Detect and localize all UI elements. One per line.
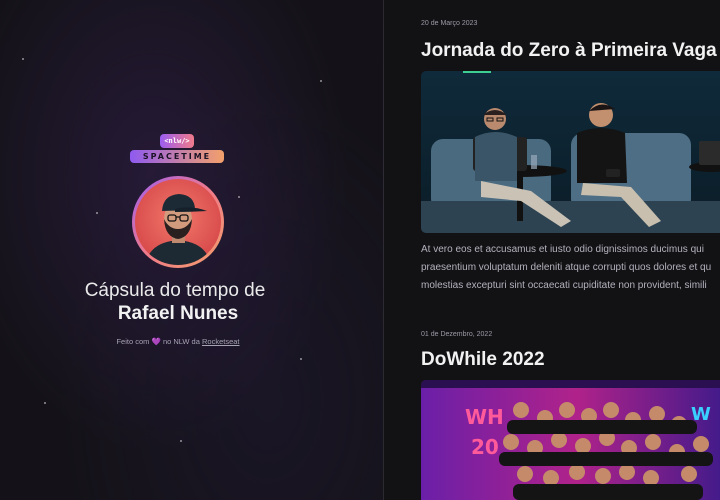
heart-icon: 💜 xyxy=(151,337,161,346)
footer-credit: Feito com 💜 no NLW da Rocketseat xyxy=(0,337,356,346)
avatar xyxy=(132,176,224,268)
memory-excerpt: At vero eos et accusamus et iusto odio d… xyxy=(421,241,720,295)
memory-title: DoWhile 2022 xyxy=(421,349,545,370)
footer-made-with: Feito com xyxy=(116,337,150,346)
user-name: Rafael Nunes xyxy=(117,303,239,324)
svg-text:20: 20 xyxy=(471,435,499,459)
svg-text:WH: WH xyxy=(465,405,504,429)
memory-date: 01 de Dezembro, 2022 xyxy=(421,331,493,338)
memory-date: 20 de Março 2023 xyxy=(421,20,478,27)
memories-feed[interactable]: 20 de Março 2023 Jornada do Zero à Prime… xyxy=(385,0,720,500)
profile-panel: <nlw/> SPACETIME Cápsula do tempo de Raf… xyxy=(0,0,384,500)
memory-cover-image xyxy=(421,71,720,233)
logo-wordmark: SPACETIME xyxy=(130,150,224,163)
footer-middle: no NLW da xyxy=(162,337,200,346)
capsule-title-prefix: Cápsula do tempo de xyxy=(84,280,266,301)
memory-title: Jornada do Zero à Primeira Vaga xyxy=(421,40,717,61)
memory-excerpt-line: molestias excepturi sint occaecati cupid… xyxy=(421,280,707,291)
avatar-photo xyxy=(135,179,221,265)
memory-excerpt-line: At vero eos et accusamus et iusto odio d… xyxy=(421,244,704,255)
logo-code-badge: <nlw/> xyxy=(160,134,194,148)
spacetime-logo[interactable]: <nlw/> SPACETIME xyxy=(130,134,224,164)
rocketseat-link[interactable]: Rocketseat xyxy=(202,337,240,346)
memory-cover-image: WH 20 W xyxy=(421,380,720,500)
memory-excerpt-line: praesentium voluptatum deleniti atque co… xyxy=(421,262,712,273)
